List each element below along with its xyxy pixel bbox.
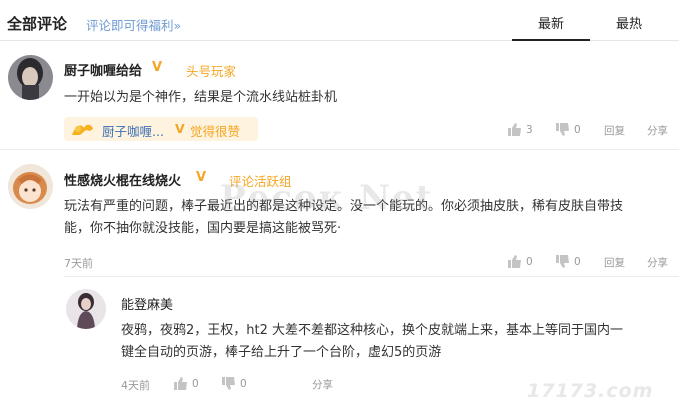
comment-text-line: 能，你不抽你就没技能，国内要是搞这能被骂死· <box>64 221 342 236</box>
comment-divider <box>0 149 679 150</box>
like-button[interactable]: 0 <box>174 377 202 391</box>
tab-hottest[interactable]: 最热 <box>590 13 668 32</box>
thumb-down-icon <box>556 255 569 268</box>
comment-time: 7天前 <box>64 257 93 270</box>
dislike-count: 0 <box>574 256 581 268</box>
dislike-button[interactable]: 0 <box>222 377 250 391</box>
thumb-down-icon <box>556 123 569 136</box>
avatar[interactable] <box>66 289 106 329</box>
user-title-badge: 头号玩家 <box>186 64 237 79</box>
active-tab-indicator <box>512 39 590 41</box>
share-button[interactable]: 分享 <box>647 123 668 138</box>
thumb-up-icon <box>174 377 187 390</box>
dislike-count: 0 <box>240 378 247 390</box>
dislike-count: 0 <box>574 124 581 136</box>
verified-icon: V <box>152 60 163 75</box>
liked-label: 觉得很赞 <box>190 124 241 139</box>
site-logo: 17173.com <box>527 380 654 402</box>
thumb-up-icon <box>508 255 521 268</box>
reply-divider <box>64 276 679 277</box>
verified-icon: V <box>175 121 185 136</box>
chef-icon <box>70 120 96 142</box>
like-count: 0 <box>526 256 533 268</box>
comment-reward-link[interactable]: 评论即可得福利» <box>86 15 181 34</box>
reply-button[interactable]: 回复 <box>604 123 625 138</box>
liked-by-name[interactable]: 厨子咖喱... <box>102 121 164 140</box>
like-count: 0 <box>192 378 199 390</box>
avatar[interactable] <box>8 55 53 100</box>
tab-latest[interactable]: 最新 <box>512 13 590 32</box>
thumb-up-icon <box>508 123 521 136</box>
share-button[interactable]: 分享 <box>312 377 333 392</box>
reply-button[interactable]: 回复 <box>604 255 625 270</box>
like-button[interactable]: 0 <box>508 255 536 269</box>
comment-text: 一开始以为是个神作，结果是个流水线站桩卦机 <box>64 90 338 105</box>
reply-time: 4天前 <box>121 379 150 392</box>
comments-header: 全部评论 评论即可得福利» 最新 最热 <box>0 0 679 42</box>
watermark: Ресок Net <box>220 178 434 218</box>
dislike-button[interactable]: 0 <box>556 255 584 269</box>
reply-text: 夜鸦，夜鸦2，王权，ht2 大差不差都这种核心，换个皮就端上来，基本上等同于国内… <box>121 320 671 364</box>
reply-text-line: 键全自动的页游，棒子给上升了一个台阶，虚幻5的页游 <box>121 345 442 360</box>
thumb-down-icon <box>222 377 235 390</box>
reply-text-line: 夜鸦，夜鸦2，王权，ht2 大差不差都这种核心，换个皮就端上来，基本上等同于国内… <box>121 323 624 338</box>
comment-username[interactable]: 性感烧火棍在线烧火 <box>64 170 181 189</box>
dislike-button[interactable]: 0 <box>556 123 584 137</box>
reply-username[interactable]: 能登麻美 <box>121 294 173 313</box>
verified-icon: V <box>196 170 207 185</box>
avatar[interactable] <box>8 164 53 209</box>
like-count: 3 <box>526 124 533 136</box>
all-comments-title: 全部评论 <box>7 15 68 33</box>
comment-username[interactable]: 厨子咖喱给给 <box>64 60 142 79</box>
like-button[interactable]: 3 <box>508 123 536 137</box>
author-liked-badge: 厨子咖喱... V 觉得很赞 <box>64 117 258 141</box>
share-button[interactable]: 分享 <box>647 255 668 270</box>
